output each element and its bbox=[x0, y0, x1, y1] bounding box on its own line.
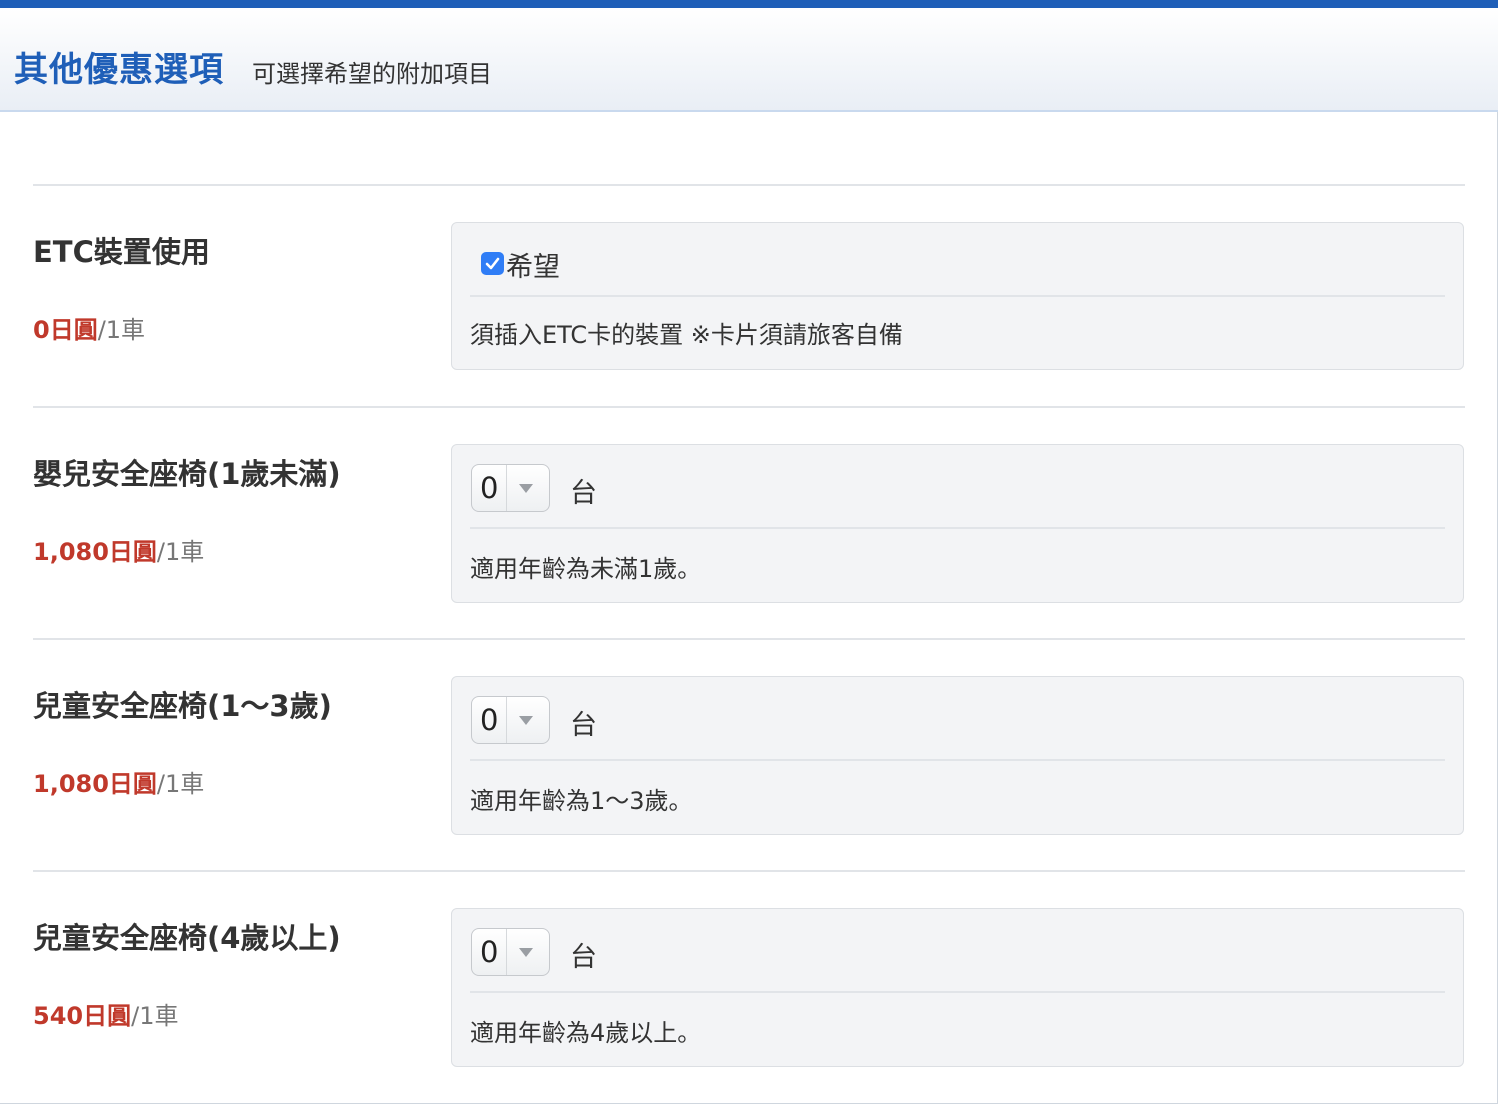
option-box-child-seat-1-3: 0 台 適用年齡為1～3歲。 bbox=[451, 676, 1464, 835]
option-name-child-seat-4-plus: 兒童安全座椅(4歲以上) bbox=[33, 921, 341, 955]
select-separator bbox=[506, 697, 507, 743]
etc-checkbox[interactable] bbox=[481, 252, 504, 275]
price-amount: 540日圓 bbox=[33, 1002, 132, 1030]
option-price-infant-seat: 1,080日圓/1車 bbox=[33, 532, 204, 567]
box-divider bbox=[470, 527, 1445, 529]
row-divider bbox=[33, 406, 1465, 408]
section-title: 其他優惠選項 bbox=[14, 50, 224, 90]
price-amount: 1,080日圓 bbox=[33, 538, 157, 566]
quantity-unit: 台 bbox=[570, 710, 597, 741]
chevron-down-icon bbox=[519, 716, 533, 725]
price-unit: /1車 bbox=[156, 770, 205, 798]
option-price-child-seat-4-plus: 540日圓/1車 bbox=[33, 996, 178, 1031]
quantity-select[interactable]: 0 bbox=[471, 464, 550, 512]
price-unit: /1車 bbox=[131, 1002, 179, 1030]
option-description: 適用年齡為1～3歲。 bbox=[470, 787, 693, 815]
quantity-value: 0 bbox=[480, 935, 499, 969]
price-unit: /1車 bbox=[156, 538, 205, 566]
section-header: 其他優惠選項 可選擇希望的附加項目 bbox=[0, 0, 1498, 112]
quantity-value: 0 bbox=[480, 703, 499, 737]
price-amount: 1,080日圓 bbox=[33, 770, 157, 798]
option-name-child-seat-1-3: 兒童安全座椅(1～3歲) bbox=[33, 689, 332, 723]
row-divider bbox=[33, 870, 1465, 872]
quantity-unit: 台 bbox=[570, 478, 597, 509]
select-separator bbox=[506, 929, 507, 975]
row-divider bbox=[33, 638, 1465, 640]
option-description: 適用年齡為4歲以上。 bbox=[470, 1019, 702, 1047]
etc-checkbox-label[interactable]: 希望 bbox=[506, 245, 560, 284]
options-panel: 其他優惠選項 可選擇希望的附加項目 ETC裝置使用 0日圓/1車 希望 須插入E… bbox=[0, 0, 1498, 1104]
select-separator bbox=[506, 465, 507, 511]
section-subtitle: 可選擇希望的附加項目 bbox=[252, 60, 492, 88]
chevron-down-icon bbox=[519, 484, 533, 493]
option-name-etc: ETC裝置使用 bbox=[33, 235, 210, 269]
option-box-etc: 希望 須插入ETC卡的裝置 ※卡片須請旅客自備 bbox=[451, 222, 1464, 370]
option-description: 適用年齡為未滿1歲。 bbox=[470, 555, 702, 583]
quantity-value: 0 bbox=[480, 471, 499, 505]
price-amount: 0日圓 bbox=[33, 316, 98, 344]
quantity-select[interactable]: 0 bbox=[471, 696, 550, 744]
option-price-etc: 0日圓/1車 bbox=[33, 310, 145, 345]
quantity-select[interactable]: 0 bbox=[471, 928, 550, 976]
quantity-unit: 台 bbox=[570, 942, 597, 973]
price-unit: /1車 bbox=[97, 316, 146, 344]
box-divider bbox=[470, 759, 1445, 761]
option-description: 須插入ETC卡的裝置 ※卡片須請旅客自備 bbox=[470, 321, 903, 349]
box-divider bbox=[470, 295, 1445, 297]
box-divider bbox=[470, 991, 1445, 993]
option-box-child-seat-4-plus: 0 台 適用年齡為4歲以上。 bbox=[451, 908, 1464, 1067]
checkmark-icon bbox=[485, 257, 500, 270]
row-divider bbox=[33, 184, 1465, 186]
option-name-infant-seat: 嬰兒安全座椅(1歲未滿) bbox=[33, 457, 341, 491]
option-box-infant-seat: 0 台 適用年齡為未滿1歲。 bbox=[451, 444, 1464, 603]
option-price-child-seat-1-3: 1,080日圓/1車 bbox=[33, 764, 204, 799]
chevron-down-icon bbox=[519, 948, 533, 957]
